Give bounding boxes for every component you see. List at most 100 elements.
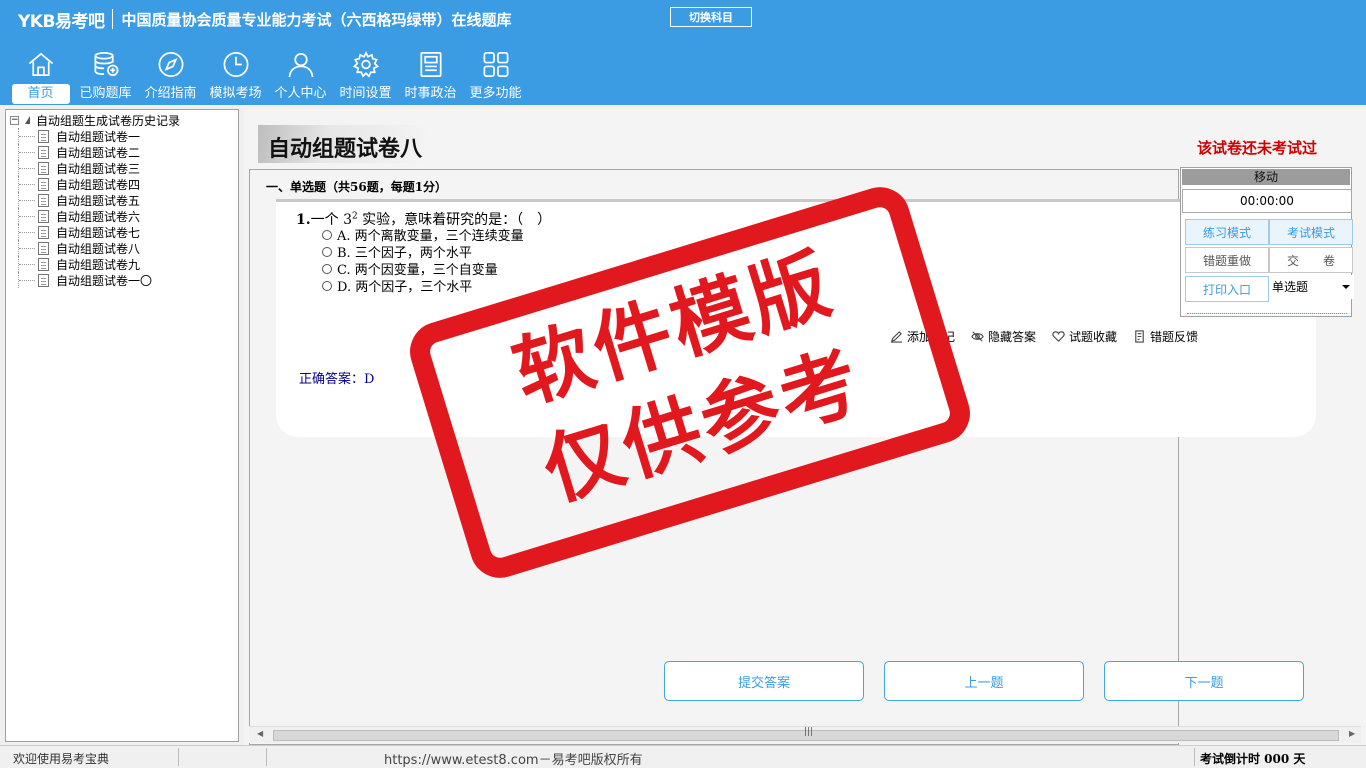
brand: YKB易考吧 中国质量协会质量专业能力考试（六西格玛绿带）在线题库 [18,7,512,32]
nav-user-center[interactable]: 个人中心 [268,48,333,104]
paper-status: 该试卷还未考试过 [1197,139,1318,157]
chevron-down-icon [1342,285,1350,289]
nav-label: 模拟考场 [209,86,262,101]
tool-label: 错题反馈 [1150,330,1199,344]
tree-item-label: 自动组题试卷八 [56,241,141,256]
move-handle[interactable]: 移动 [1182,169,1350,185]
clock-icon [223,52,248,77]
tool-label: 添加笔记 [907,330,956,344]
database-icon [93,52,118,77]
option-b[interactable]: B. 三个因子，两个水平 [322,243,524,261]
tree-item[interactable]: 自动组题试卷一〇 [10,272,238,288]
nav-guide[interactable]: 介绍指南 [138,48,203,104]
eye-icon [971,331,984,342]
radio-button[interactable] [322,280,332,291]
tree-item[interactable]: 自动组题试卷五 [10,192,238,208]
correct-answer: 正确答案：D [299,372,375,387]
document-icon [38,177,49,191]
tree-item[interactable]: 自动组题试卷九 [10,256,238,272]
user-icon [288,52,313,78]
section-title: 一、单选题（共56题，每题1分） [266,180,448,194]
pencil-icon [890,331,903,343]
document-icon [38,257,49,271]
brand-divider [112,9,114,29]
tree-item-label: 自动组题试卷一 [56,129,141,144]
nav-mock-exam[interactable]: 模拟考场 [203,48,268,104]
error-feedback-button[interactable]: 错题反馈 [1133,328,1198,345]
tree-item[interactable]: 自动组题试卷四 [10,176,238,192]
app-title: 中国质量协会质量专业能力考试（六西格玛绿带）在线题库 [121,10,512,29]
nav-label: 介绍指南 [144,86,197,101]
question-card: 1.一个 32 实验，意味着研究的是：（ ） A. 两个离散变量，三个连续变量 … [276,199,1316,437]
gear-icon [352,50,379,78]
status-bar: 欢迎使用易考宝典 https://www.etest8.com－易考吧版权所有 … [0,745,1366,768]
tree-item[interactable]: 自动组题试卷三 [10,160,238,176]
collapse-icon[interactable]: − [10,115,19,125]
nav-time-settings[interactable]: 时间设置 [333,48,398,104]
heart-icon [1052,331,1065,342]
top-header: YKB易考吧 中国质量协会质量专业能力考试（六西格玛绿带）在线题库 切换科目 首… [0,0,1366,105]
nav-home[interactable]: 首页 [8,48,73,104]
prev-question-button[interactable]: 上一题 [884,661,1084,701]
document-icon [38,193,49,207]
document-icon [38,209,49,223]
favorite-button[interactable]: 试题收藏 [1052,328,1117,345]
practice-mode-button[interactable]: 练习模式 [1185,219,1269,245]
copyright-text: https://www.etest8.com－易考吧版权所有 [384,753,643,768]
tool-label: 试题收藏 [1069,330,1118,344]
document-icon [38,225,49,239]
status-divider [266,748,267,766]
add-note-button[interactable]: 添加笔记 [890,328,955,345]
nav-purchased-banks[interactable]: 已购题库 [73,48,138,104]
horizontal-scrollbar[interactable]: ◀ ||| ▶ [249,726,1361,743]
document-pin-icon [38,241,49,255]
hand-in-button[interactable]: 交 卷 [1269,247,1353,273]
scroll-left-icon[interactable]: ◀ [257,729,263,738]
radio-button[interactable] [322,229,332,240]
option-c[interactable]: C. 两个因变量，三个自变量 [322,260,524,278]
tree-item[interactable]: 自动组题试卷六 [10,208,238,224]
nav-label: 个人中心 [274,86,327,101]
options-list: A. 两个离散变量，三个连续变量 B. 三个因子，两个水平 C. 两个因变量，三… [322,226,524,295]
question-type-select[interactable]: 单选题 [1270,275,1354,299]
exam-mode-button[interactable]: 考试模式 [1269,219,1353,245]
tree-root[interactable]: − 自动组题生成试卷历史记录 [10,112,238,128]
status-divider [178,748,179,766]
main-nav: 首页 已购题库 介绍指南 模拟考场 个人中心 时间设置 时事政治 更多功能 [8,48,528,104]
print-button[interactable]: 打印入口 [1185,276,1269,302]
paper-title: 自动组题试卷八 [268,137,423,162]
question-type-value: 单选题 [1272,280,1309,294]
question-tools: 添加笔记 隐藏答案 试题收藏 错题反馈 [890,328,1214,345]
tool-label: 隐藏答案 [988,330,1037,344]
nav-more[interactable]: 更多功能 [463,48,528,104]
document-icon [38,273,49,287]
tree-item-label: 自动组题试卷一〇 [56,273,153,288]
redo-wrong-button[interactable]: 错题重做 [1185,247,1269,273]
tree-item-label: 自动组题试卷九 [56,257,141,272]
scroll-right-icon[interactable]: ▶ [1349,729,1355,738]
nav-current-affairs[interactable]: 时事政治 [398,48,463,104]
nav-label: 更多功能 [469,86,522,101]
folder-arrow-icon [25,116,30,124]
panel-divider [1187,313,1347,314]
next-question-button[interactable]: 下一题 [1104,661,1304,701]
status-divider [1194,748,1195,766]
app-logo: YKB易考吧 [18,11,105,32]
tree-item-label: 自动组题试卷二 [56,145,141,160]
feedback-icon [1135,330,1144,343]
tree-item[interactable]: 自动组题试卷二 [10,144,238,160]
radio-button[interactable] [322,246,332,257]
option-a[interactable]: A. 两个离散变量，三个连续变量 [322,226,524,244]
submit-answer-button[interactable]: 提交答案 [664,661,864,701]
tree-item-selected[interactable]: 自动组题试卷八 [10,240,238,256]
option-d[interactable]: D. 两个因子，三个水平 [322,277,524,295]
radio-button[interactable] [322,263,332,274]
tree-item[interactable]: 自动组题试卷七 [10,224,238,240]
tree-item-label: 自动组题试卷五 [56,193,141,208]
tree-item-label: 自动组题试卷四 [56,177,141,192]
exam-countdown: 考试倒计时 000 天 [1200,752,1306,766]
tree-item[interactable]: 自动组题试卷一 [10,128,238,144]
scrollbar-thumb[interactable]: ||| [273,727,1339,741]
hide-answer-button[interactable]: 隐藏答案 [971,328,1036,345]
switch-subject-button[interactable]: 切换科目 [670,7,752,27]
